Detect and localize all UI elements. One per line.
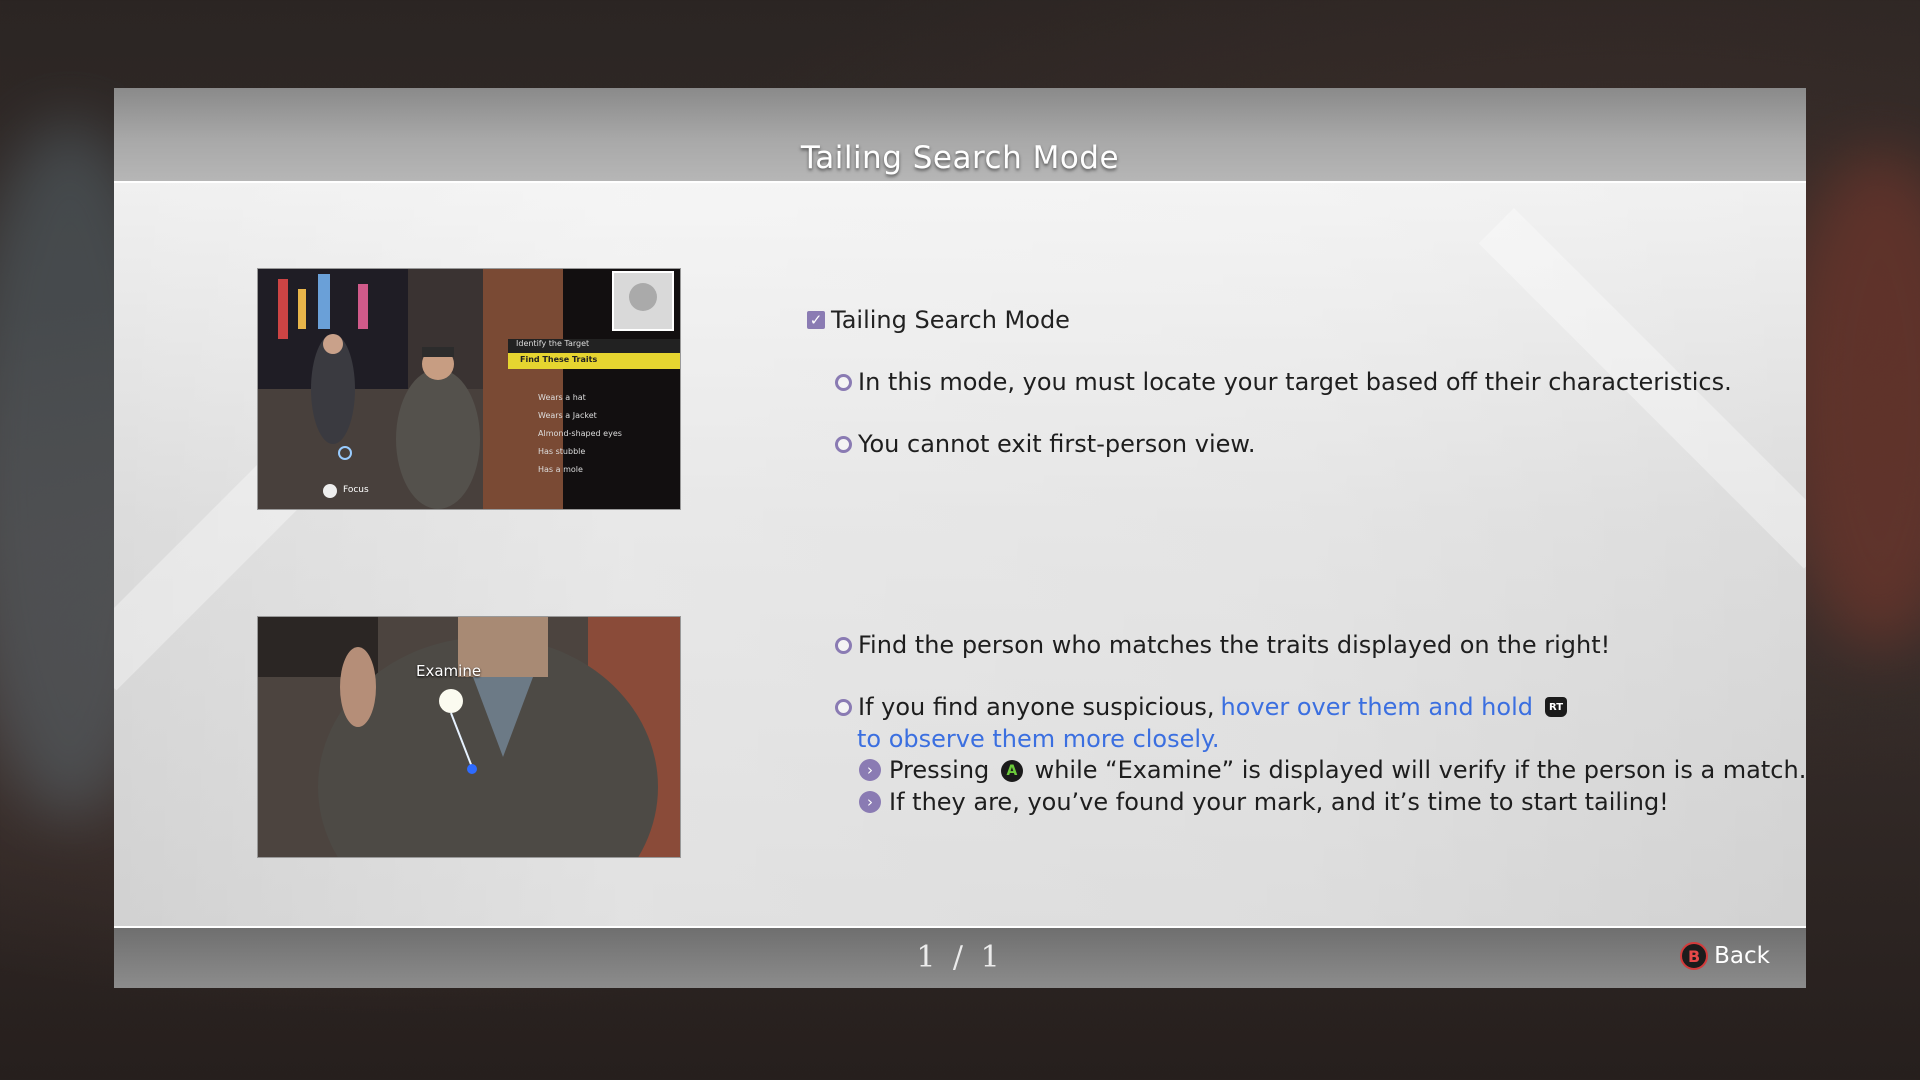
bullet-item: If you find anyone suspicious, hover ove… — [835, 693, 1567, 721]
focus-label: Focus — [343, 485, 369, 495]
section-heading: ✓ Tailing Search Mode — [807, 306, 1070, 334]
bullet-item: In this mode, you must locate your targe… — [835, 368, 1732, 396]
find-traits-label: Find These Traits — [520, 355, 598, 364]
bullet-text: Find the person who matches the traits d… — [858, 631, 1611, 659]
b-button-icon: B — [1680, 942, 1709, 970]
bullet-icon — [835, 435, 852, 453]
trait-item: Wears a hat — [538, 393, 586, 402]
bullet-text: You cannot exit first-person view. — [858, 430, 1256, 458]
chevron-right-icon: › — [859, 759, 881, 781]
traits-list: Wears a hat Wears a Jacket Almond-shaped… — [538, 389, 622, 479]
bullet-item: Find the person who matches the traits d… — [835, 631, 1610, 659]
trait-item: Has a mole — [538, 465, 583, 474]
bullet-icon — [835, 636, 852, 654]
screenshot-examine: Examine — [257, 616, 681, 858]
bullet-text: If you find anyone suspicious, — [858, 693, 1215, 721]
page-title: Tailing Search Mode — [800, 140, 1120, 176]
page-indicator: 1 / 1 — [916, 940, 1004, 975]
pressing-prefix: Pressing — [889, 756, 990, 784]
trait-item: Has stubble — [538, 447, 586, 456]
header-bar: Tailing Search Mode — [114, 88, 1806, 183]
sub-item-text: Pressing A while “Examine” is displayed … — [889, 756, 1806, 784]
checkbox-icon: ✓ — [807, 311, 825, 329]
identify-target-label: Identify the Target — [516, 339, 590, 348]
trait-item: Almond-shaped eyes — [538, 429, 622, 438]
examine-label: Examine — [416, 662, 482, 680]
back-label: Back — [1714, 943, 1770, 969]
trait-item: Wears a Jacket — [538, 411, 597, 420]
bullet-item: You cannot exit first-person view. — [835, 430, 1255, 458]
sub-item: › If they are, you’ve found your mark, a… — [859, 788, 1669, 816]
tutorial-panel: Tailing Search Mode Identify the Target … — [114, 88, 1806, 988]
bullet-icon — [835, 373, 852, 391]
sub-item-text: If they are, you’ve found your mark, and… — [889, 788, 1669, 816]
bullet-text: In this mode, you must locate your targe… — [858, 368, 1732, 396]
a-button-icon: A — [1000, 760, 1023, 782]
back-button[interactable]: B Back — [1680, 942, 1770, 970]
screenshot-identify-target: Identify the Target Find These Traits We… — [257, 268, 681, 510]
chevron-right-icon: › — [859, 791, 881, 813]
highlight-text: hover over them and hold — [1220, 693, 1533, 721]
pressing-suffix: while “Examine” is displayed will verify… — [1034, 756, 1806, 784]
sub-item: › Pressing A while “Examine” is displaye… — [859, 756, 1806, 784]
footer-bar: 1 / 1 B Back — [114, 926, 1806, 988]
rt-button-icon: RT — [1544, 697, 1567, 717]
section-title: Tailing Search Mode — [831, 306, 1070, 334]
bullet-icon — [835, 698, 852, 716]
screenshot-scene — [258, 617, 680, 857]
highlight-text-continued: to observe them more closely. — [857, 725, 1220, 753]
